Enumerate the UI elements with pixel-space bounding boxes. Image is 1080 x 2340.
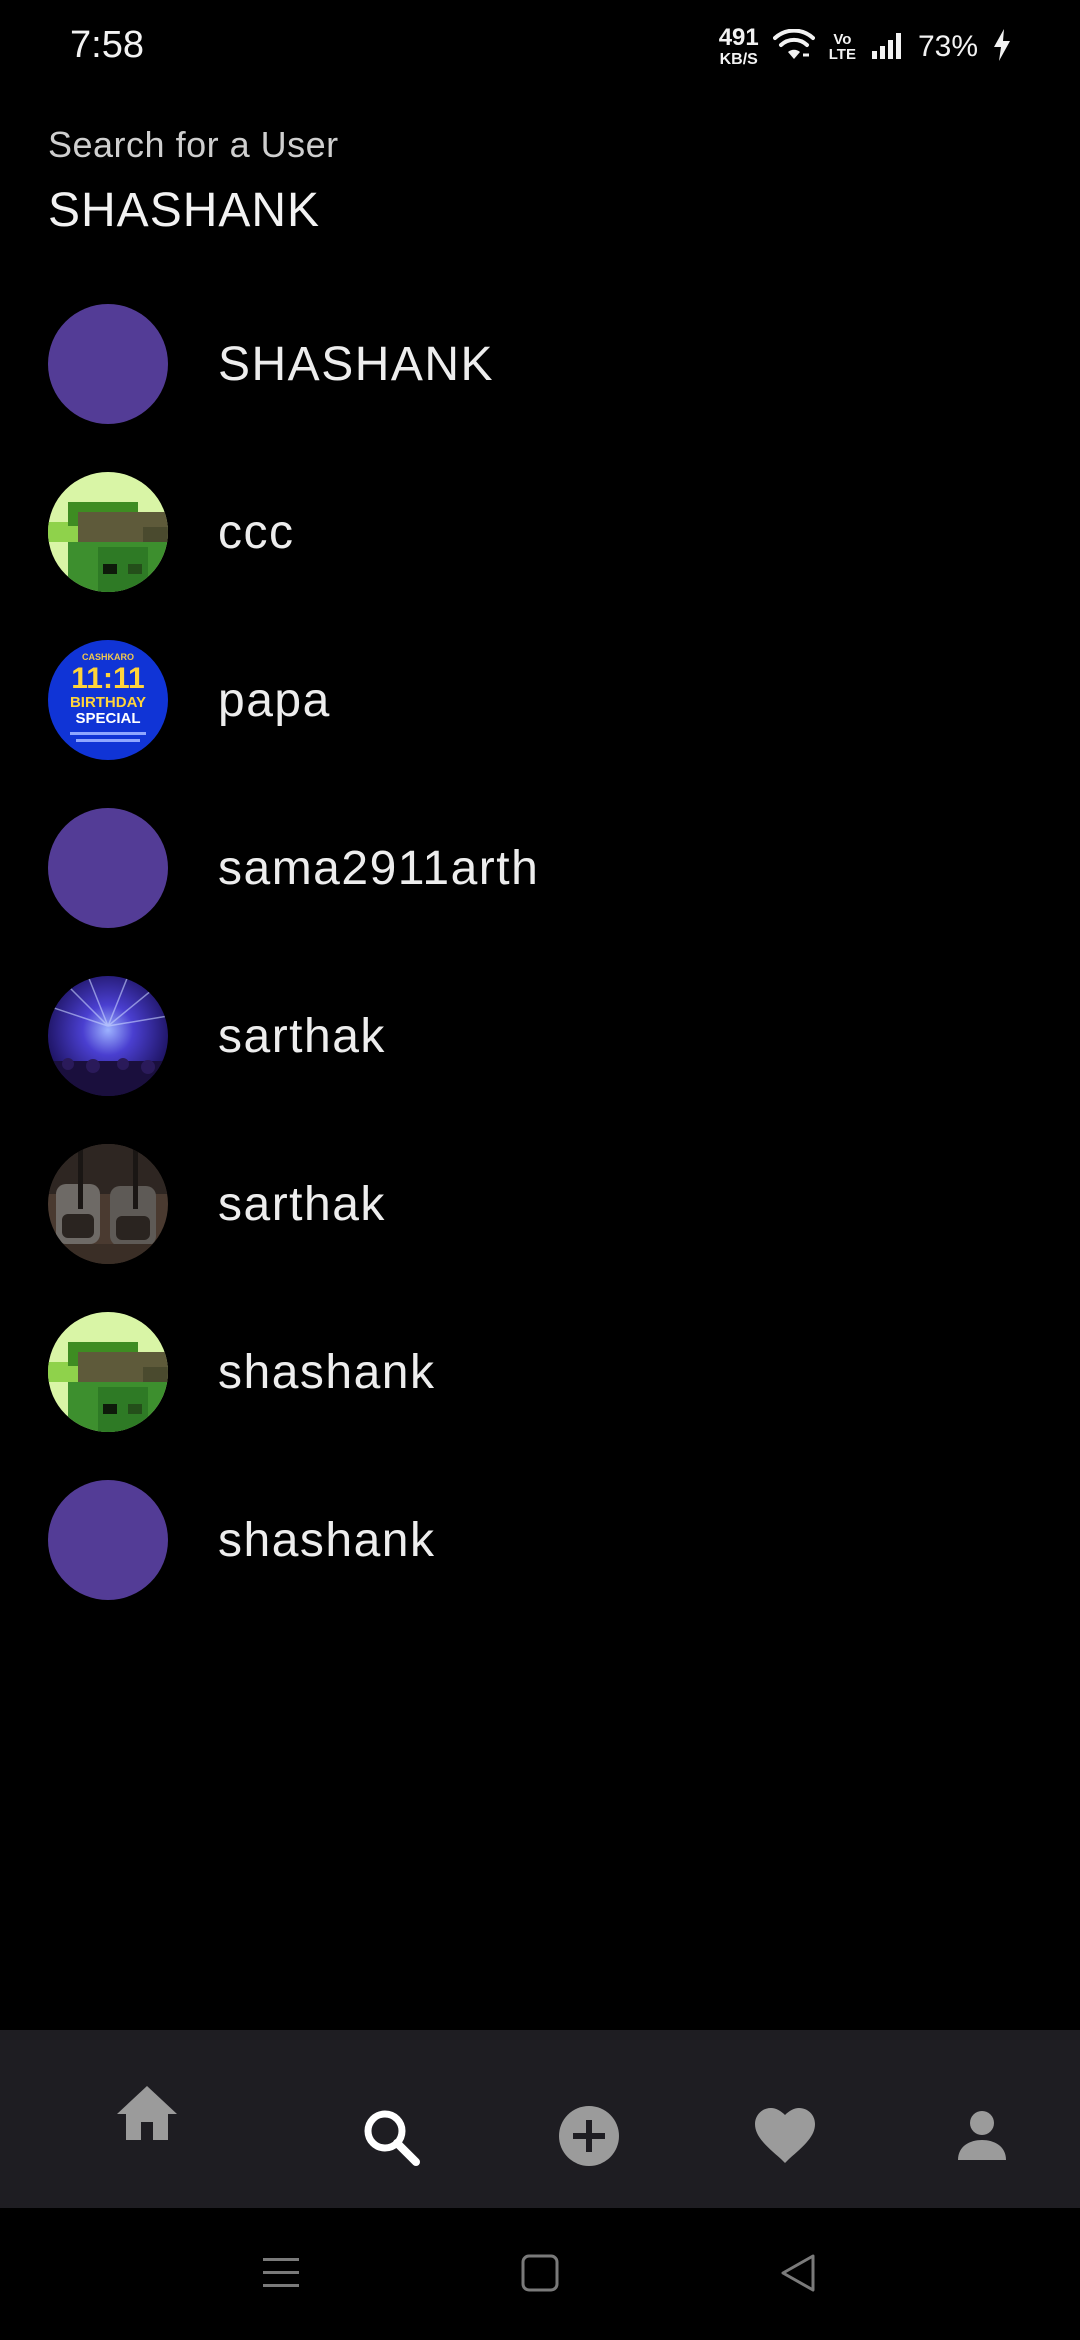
- menu-icon: [261, 2255, 301, 2296]
- volte-indicator: Vo LTE: [829, 32, 856, 62]
- system-navigation-bar: [0, 2208, 1080, 2340]
- avatar: [48, 1480, 168, 1600]
- user-result-row[interactable]: ccc: [0, 448, 1080, 616]
- bottom-navigation: [0, 2030, 1080, 2208]
- home-system-button[interactable]: [505, 2240, 575, 2310]
- add-circle-icon: [558, 2105, 620, 2172]
- avatar: [48, 1144, 168, 1264]
- avatar: [48, 808, 168, 928]
- avatar: [48, 304, 168, 424]
- avatar-line2-text: BIRTHDAY: [70, 694, 146, 711]
- profile-icon: [956, 2110, 1008, 2167]
- search-results-list: SHASHANK ccc CASHKARO 11:11 BIRTHDAY SPE…: [0, 280, 1080, 1624]
- username: sarthak: [218, 1177, 386, 1231]
- nav-profile-button[interactable]: [927, 2083, 1037, 2193]
- nav-create-button[interactable]: [534, 2083, 644, 2193]
- search-input[interactable]: [48, 180, 1028, 240]
- heart-icon: [753, 2107, 817, 2170]
- network-speed: 491 KB/S: [719, 26, 759, 68]
- user-result-row[interactable]: shashank: [0, 1456, 1080, 1624]
- network-speed-value: 491: [718, 24, 759, 51]
- back-system-button[interactable]: [763, 2240, 833, 2310]
- user-result-row[interactable]: SHASHANK: [0, 280, 1080, 448]
- avatar: [48, 472, 168, 592]
- avatar-brand-text: CASHKARO: [82, 652, 134, 662]
- nav-search-button[interactable]: [336, 2084, 446, 2194]
- volte-bottom: LTE: [828, 46, 856, 63]
- recent-apps-button[interactable]: [246, 2240, 316, 2310]
- user-result-row[interactable]: CASHKARO 11:11 BIRTHDAY SPECIAL papa: [0, 616, 1080, 784]
- wifi-icon: [772, 28, 815, 66]
- user-result-row[interactable]: sarthak: [0, 952, 1080, 1120]
- charging-icon: [992, 28, 1012, 66]
- username: ccc: [218, 505, 295, 559]
- status-time: 7:58: [70, 24, 144, 66]
- battery-percent: 73%: [917, 30, 978, 63]
- username: sama2911arth: [218, 841, 540, 895]
- username: papa: [218, 673, 331, 727]
- user-result-row[interactable]: sama2911arth: [0, 784, 1080, 952]
- user-result-row[interactable]: shashank: [0, 1288, 1080, 1456]
- user-result-row[interactable]: sarthak: [0, 1120, 1080, 1288]
- username: shashank: [218, 1345, 436, 1399]
- search-label: Search for a User: [48, 124, 339, 165]
- avatar: [48, 976, 168, 1096]
- volte-top: Vo: [833, 31, 852, 48]
- nav-home-button[interactable]: [92, 2060, 202, 2170]
- nav-activity-button[interactable]: [730, 2083, 840, 2193]
- avatar-line3-text: SPECIAL: [75, 710, 140, 727]
- signal-icon: [870, 31, 904, 64]
- network-speed-unit: KB/S: [719, 51, 758, 68]
- avatar: CASHKARO 11:11 BIRTHDAY SPECIAL: [48, 640, 168, 760]
- search-icon: [362, 2108, 420, 2171]
- home-icon: [115, 2084, 179, 2147]
- avatar: [48, 1312, 168, 1432]
- back-triangle-icon: [779, 2253, 817, 2298]
- status-icons: 491 KB/S Vo LTE 73%: [719, 26, 1012, 68]
- username: shashank: [218, 1513, 436, 1567]
- status-bar: 7:58 491 KB/S Vo LTE 73%: [0, 0, 1080, 96]
- avatar-headline-text: 11:11: [71, 662, 144, 695]
- square-icon: [521, 2254, 559, 2297]
- username: SHASHANK: [218, 337, 495, 391]
- username: sarthak: [218, 1009, 386, 1063]
